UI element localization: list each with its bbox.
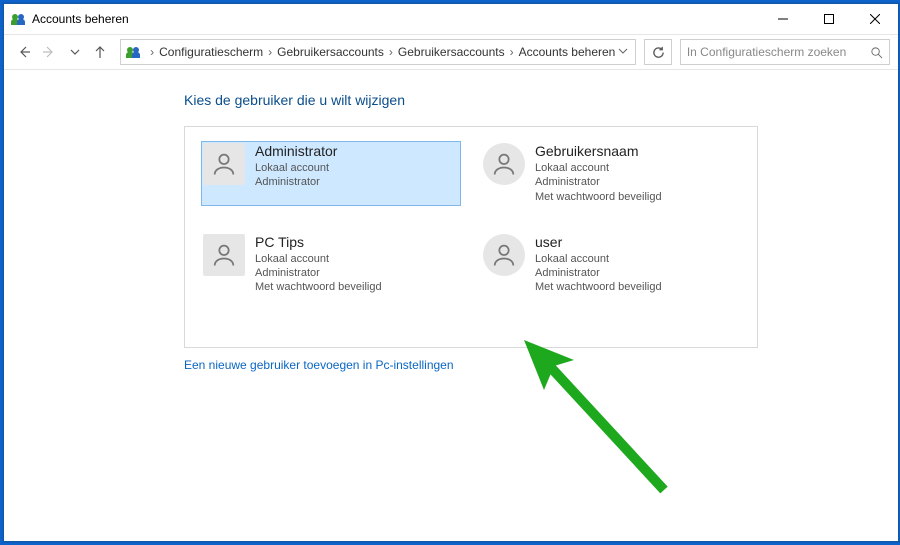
address-bar[interactable]: › Configuratiescherm › Gebruikersaccount…: [120, 39, 636, 65]
account-item-user[interactable]: user Lokaal account Administrator Met wa…: [481, 232, 741, 297]
breadcrumb-item[interactable]: Accounts beheren: [519, 45, 616, 59]
add-user-link[interactable]: Een nieuwe gebruiker toevoegen in Pc-ins…: [184, 358, 454, 372]
account-type: Lokaal account: [255, 252, 382, 266]
chevron-right-icon: ›: [389, 45, 393, 59]
address-dropdown-icon[interactable]: [615, 45, 631, 59]
nav-forward-button[interactable]: [38, 40, 62, 64]
avatar-icon: [203, 234, 245, 276]
titlebar: Accounts beheren: [4, 4, 898, 35]
refresh-button[interactable]: [644, 39, 672, 65]
account-details: PC Tips Lokaal account Administrator Met…: [255, 234, 382, 295]
account-details: Administrator Lokaal account Administrat…: [255, 143, 337, 190]
account-item-pc-tips[interactable]: PC Tips Lokaal account Administrator Met…: [201, 232, 461, 297]
search-placeholder: In Configuratiescherm zoeken: [687, 45, 870, 59]
user-accounts-app-icon: [125, 44, 141, 60]
account-password: Met wachtwoord beveiligd: [255, 280, 382, 294]
breadcrumb-item[interactable]: Gebruikersaccounts: [277, 45, 384, 59]
accounts-list: Administrator Lokaal account Administrat…: [184, 126, 758, 348]
account-role: Administrator: [255, 266, 382, 280]
chevron-right-icon: ›: [268, 45, 272, 59]
account-role: Administrator: [535, 175, 662, 189]
account-password: Met wachtwoord beveiligd: [535, 280, 662, 294]
window-controls: [760, 4, 898, 34]
minimize-button[interactable]: [760, 4, 806, 34]
account-password: Met wachtwoord beveiligd: [535, 190, 662, 204]
account-details: user Lokaal account Administrator Met wa…: [535, 234, 662, 295]
control-panel-window: Accounts beheren: [3, 3, 899, 542]
account-role: Administrator: [535, 266, 662, 280]
account-type: Lokaal account: [255, 161, 337, 175]
avatar-icon: [203, 143, 245, 185]
nav-back-button[interactable]: [12, 40, 36, 64]
page-heading: Kies de gebruiker die u wilt wijzigen: [184, 92, 898, 108]
account-name: PC Tips: [255, 234, 382, 250]
user-accounts-app-icon: [10, 11, 26, 27]
avatar-icon: [483, 234, 525, 276]
chevron-right-icon: ›: [150, 45, 154, 59]
content-area: Kies de gebruiker die u wilt wijzigen Ad…: [4, 70, 898, 541]
close-button[interactable]: [852, 4, 898, 34]
nav-up-button[interactable]: [89, 40, 113, 64]
account-details: Gebruikersnaam Lokaal account Administra…: [535, 143, 662, 204]
account-name: Gebruikersnaam: [535, 143, 662, 159]
breadcrumb-item[interactable]: Configuratiescherm: [159, 45, 263, 59]
navigation-bar: › Configuratiescherm › Gebruikersaccount…: [4, 35, 898, 70]
account-item-gebruikersnaam[interactable]: Gebruikersnaam Lokaal account Administra…: [481, 141, 741, 206]
titlebar-left: Accounts beheren: [10, 11, 129, 27]
maximize-button[interactable]: [806, 4, 852, 34]
chevron-right-icon: ›: [510, 45, 514, 59]
search-input[interactable]: In Configuratiescherm zoeken: [680, 39, 890, 65]
nav-recent-dropdown[interactable]: [63, 40, 87, 64]
account-type: Lokaal account: [535, 252, 662, 266]
annotation-arrow-icon: [504, 330, 684, 510]
account-type: Lokaal account: [535, 161, 662, 175]
account-name: user: [535, 234, 662, 250]
account-name: Administrator: [255, 143, 337, 159]
account-role: Administrator: [255, 175, 337, 189]
breadcrumb-item[interactable]: Gebruikersaccounts: [398, 45, 505, 59]
avatar-icon: [483, 143, 525, 185]
window-title: Accounts beheren: [32, 12, 129, 26]
account-item-administrator[interactable]: Administrator Lokaal account Administrat…: [201, 141, 461, 206]
search-icon: [870, 46, 883, 59]
